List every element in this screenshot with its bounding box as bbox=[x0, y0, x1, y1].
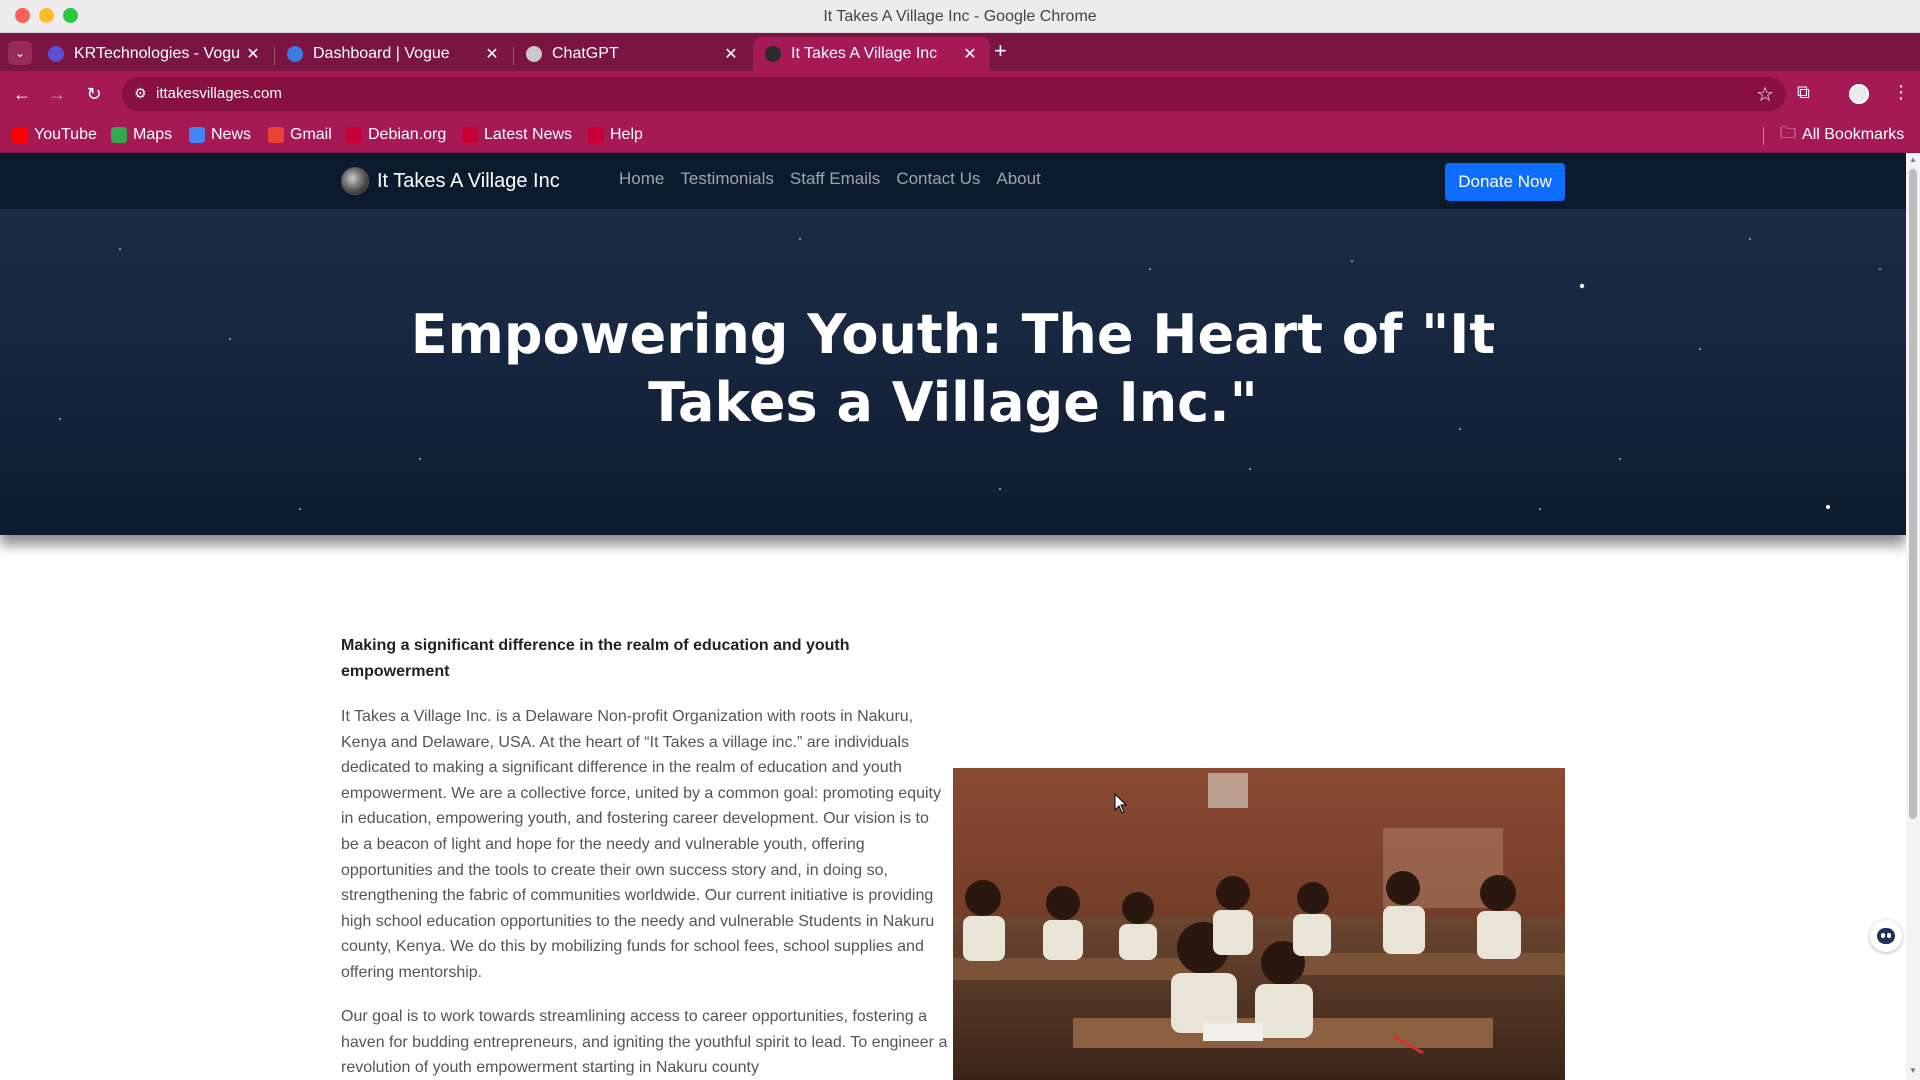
menu-kebab-icon[interactable]: ⋮ bbox=[1892, 82, 1910, 103]
tab-favicon-icon bbox=[526, 46, 542, 62]
tab-label: KRTechnologies - Vogue bbox=[74, 45, 239, 62]
tab-it-takes-a-village[interactable]: It Takes A Village Inc ✕ bbox=[753, 37, 990, 71]
village-logo-icon bbox=[341, 167, 369, 195]
intro-paragraph: It Takes a Village Inc. is a Delaware No… bbox=[341, 708, 941, 981]
tab-strip: ⌄ KRTechnologies - Vogue ✕ Dashboard | V… bbox=[0, 33, 1920, 71]
mouse-cursor-icon bbox=[1114, 793, 1128, 814]
tab-dashboard-vogue[interactable]: Dashboard | Vogue ✕ bbox=[275, 37, 512, 71]
close-icon[interactable]: ✕ bbox=[245, 44, 261, 64]
nav-link-contact-us[interactable]: Contact Us bbox=[896, 169, 980, 189]
classroom-photo bbox=[953, 768, 1565, 1080]
address-url[interactable]: ittakesvillages.com bbox=[156, 85, 282, 102]
bookmark-youtube[interactable]: YouTube bbox=[12, 123, 97, 147]
tab-favicon-icon bbox=[48, 46, 64, 62]
youtube-icon bbox=[12, 127, 28, 143]
bookmarks-separator bbox=[1763, 127, 1764, 145]
close-icon[interactable]: ✕ bbox=[962, 44, 978, 64]
reload-button[interactable]: ↻ bbox=[82, 82, 106, 106]
plus-icon: + bbox=[994, 38, 1007, 63]
scrollbar-thumb[interactable] bbox=[1909, 169, 1917, 819]
browser-toolbar: ← → ↻ ⚙ ittakesvillages.com ☆ ⧉ ⋮ bbox=[0, 71, 1920, 117]
hero-title: Empowering Youth: The Heart of "It Takes… bbox=[410, 303, 1496, 434]
back-button[interactable]: ← bbox=[10, 82, 34, 106]
bookmarks-bar: YouTube Maps News Gmail Debian.org Lates… bbox=[0, 117, 1920, 153]
new-tab-button[interactable]: + bbox=[994, 40, 1007, 62]
bookmark-star-icon[interactable]: ☆ bbox=[1756, 82, 1774, 107]
chat-bot-eye bbox=[1887, 933, 1891, 938]
scroll-up-icon[interactable]: ▲ bbox=[1908, 155, 1918, 165]
scroll-down-icon[interactable]: ▼ bbox=[1908, 1066, 1918, 1076]
news-icon bbox=[189, 127, 205, 143]
hero-banner: Empowering Youth: The Heart of "It Takes… bbox=[0, 209, 1906, 535]
nav-link-testimonials[interactable]: Testimonials bbox=[680, 169, 774, 189]
bookmark-label: Maps bbox=[133, 126, 173, 143]
bookmark-gmail[interactable]: Gmail bbox=[268, 123, 332, 147]
bookmark-label: Debian.org bbox=[368, 126, 447, 143]
folder-icon: 🗀 bbox=[1780, 124, 1797, 142]
tab-favicon-icon bbox=[287, 46, 303, 62]
nav-link-staff-emails[interactable]: Staff Emails bbox=[790, 169, 880, 189]
nav-link-about[interactable]: About bbox=[996, 169, 1040, 189]
lead-heading: Making a significant difference in the r… bbox=[341, 637, 850, 680]
arrow-right-icon: → bbox=[48, 84, 66, 104]
window-title: It Takes A Village Inc - Google Chrome bbox=[823, 8, 1097, 25]
reload-icon: ↻ bbox=[86, 84, 102, 104]
address-bar[interactable]: ⚙ ittakesvillages.com ☆ bbox=[122, 77, 1786, 111]
bookmark-latest-news[interactable]: Latest News bbox=[462, 123, 572, 147]
help-icon bbox=[588, 127, 604, 143]
bookmark-maps[interactable]: Maps bbox=[111, 123, 172, 147]
forward-button[interactable]: → bbox=[45, 82, 69, 106]
tab-search-button[interactable]: ⌄ bbox=[8, 41, 32, 65]
site-brand[interactable]: It Takes A Village Inc bbox=[341, 167, 560, 195]
chevron-down-icon: ⌄ bbox=[14, 46, 26, 60]
tab-krtechnologies[interactable]: KRTechnologies - Vogue ✕ bbox=[36, 37, 273, 71]
bookmark-label: Latest News bbox=[484, 126, 573, 143]
close-icon[interactable]: ✕ bbox=[484, 44, 500, 64]
goal-paragraph: Our goal is to work towards streamlining… bbox=[341, 1008, 948, 1077]
extensions-icon[interactable]: ⧉ bbox=[1797, 82, 1810, 103]
bookmark-debian[interactable]: Debian.org bbox=[346, 123, 446, 147]
site-info-icon[interactable]: ⚙ bbox=[134, 85, 152, 103]
brand-name: It Takes A Village Inc bbox=[377, 169, 560, 192]
tab-favicon-icon bbox=[765, 46, 781, 62]
browser-window: It Takes A Village Inc - Google Chrome ⌄… bbox=[0, 0, 1920, 1080]
latest-news-icon bbox=[462, 127, 478, 143]
bookmark-label: YouTube bbox=[34, 126, 97, 143]
site-nav-links: Home Testimonials Staff Emails Contact U… bbox=[619, 169, 1057, 189]
site-navbar: It Takes A Village Inc Home Testimonials… bbox=[0, 153, 1906, 209]
tab-label: It Takes A Village Inc bbox=[791, 45, 938, 62]
chat-widget-button[interactable] bbox=[1870, 920, 1902, 952]
maps-icon bbox=[111, 127, 127, 143]
profile-avatar[interactable] bbox=[1849, 84, 1869, 104]
classroom-image bbox=[953, 768, 1565, 1080]
tab-label: ChatGPT bbox=[552, 45, 619, 62]
tab-label: Dashboard | Vogue bbox=[313, 45, 450, 62]
debian-icon bbox=[346, 127, 362, 143]
chat-bot-eye bbox=[1881, 933, 1885, 938]
gmail-icon bbox=[268, 127, 284, 143]
bookmark-help[interactable]: Help bbox=[588, 123, 643, 147]
all-bookmarks[interactable]: 🗀 All Bookmarks bbox=[1780, 123, 1904, 147]
arrow-left-icon: ← bbox=[13, 84, 31, 104]
close-icon[interactable]: ✕ bbox=[723, 44, 739, 64]
page-viewport: It Takes A Village Inc Home Testimonials… bbox=[0, 153, 1906, 1080]
bookmark-label: Help bbox=[610, 126, 643, 143]
title-bar: It Takes A Village Inc - Google Chrome bbox=[0, 0, 1920, 33]
donate-now-button[interactable]: Donate Now bbox=[1445, 163, 1565, 201]
nav-link-home[interactable]: Home bbox=[619, 169, 664, 189]
tab-chatgpt[interactable]: ChatGPT ✕ bbox=[514, 37, 751, 71]
bookmark-label: News bbox=[211, 126, 252, 143]
all-bookmarks-label: All Bookmarks bbox=[1802, 126, 1905, 143]
chat-bot-icon bbox=[1877, 928, 1895, 944]
bookmark-label: Gmail bbox=[290, 126, 332, 143]
page-scrollbar[interactable]: ▲ ▼ bbox=[1906, 153, 1920, 1080]
bookmark-news[interactable]: News bbox=[189, 123, 251, 147]
